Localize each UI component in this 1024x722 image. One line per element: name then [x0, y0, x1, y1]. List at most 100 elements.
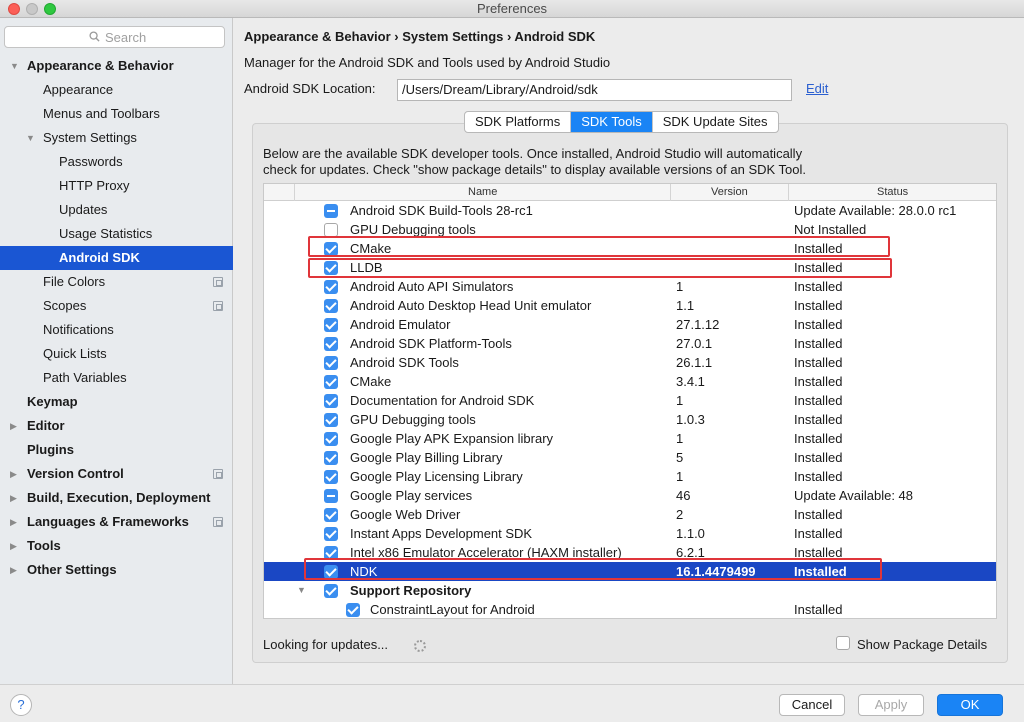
table-row[interactable]: Intel x86 Emulator Accelerator (HAXM ins…	[264, 543, 996, 562]
checkbox[interactable]	[324, 318, 338, 332]
tab-sdk-update-sites[interactable]: SDK Update Sites	[653, 112, 778, 132]
search-icon	[89, 31, 100, 42]
table-row[interactable]: Android SDK Tools 26.1.1 Installed	[264, 353, 996, 372]
table-row-group[interactable]: ▼ Support Repository	[264, 581, 996, 600]
sidebar-item-version-control[interactable]: ▶ Version Control	[0, 462, 233, 486]
table-row[interactable]: Google Play Licensing Library 1 Installed	[264, 467, 996, 486]
ok-button[interactable]: OK	[937, 694, 1003, 716]
table-row[interactable]: Google Play Billing Library 5 Installed	[264, 448, 996, 467]
chevron-right-icon[interactable]: ▶	[10, 414, 17, 438]
table-row[interactable]: Android SDK Platform-Tools 27.0.1 Installe…	[264, 334, 996, 353]
table-row[interactable]: Google Play services 46 Update Available: …	[264, 486, 996, 505]
sidebar-item-scopes[interactable]: Scopes	[0, 294, 233, 318]
sidebar-item-android-sdk[interactable]: Android SDK	[0, 246, 233, 270]
table-row[interactable]: Android Auto Desktop Head Unit emulator 1…	[264, 296, 996, 315]
checkbox[interactable]	[324, 356, 338, 370]
sidebar-item-tools[interactable]: ▶ Tools	[0, 534, 233, 558]
chevron-right-icon[interactable]: ▶	[10, 462, 17, 486]
table-row[interactable]: CMake 3.4.1 Installed	[264, 372, 996, 391]
table-row[interactable]: Google Play APK Expansion library 1 Instal…	[264, 429, 996, 448]
sidebar-item-build-execution-deployment[interactable]: ▶ Build, Execution, Deployment	[0, 486, 233, 510]
show-package-details-checkbox[interactable]	[836, 636, 850, 650]
table-row[interactable]: GPU Debugging tools Not Installed	[264, 220, 996, 239]
checkbox[interactable]	[324, 375, 338, 389]
tab-sdk-platforms[interactable]: SDK Platforms	[465, 112, 572, 132]
window-title: Preferences	[476, 1, 548, 16]
chevron-right-icon[interactable]: ▶	[10, 486, 17, 510]
sidebar-item-file-colors[interactable]: File Colors	[0, 270, 233, 294]
checkbox[interactable]	[324, 204, 338, 218]
column-status[interactable]: Status	[877, 186, 908, 198]
checkbox[interactable]	[324, 546, 338, 560]
table-row[interactable]: Android Auto API Simulators 1 Installed	[264, 277, 996, 296]
table-row[interactable]: CMake Installed	[264, 239, 996, 258]
edit-location-link[interactable]: Edit	[806, 81, 828, 96]
sidebar-item-other-settings[interactable]: ▶ Other Settings	[0, 558, 233, 582]
chevron-right-icon[interactable]: ▶	[10, 558, 17, 582]
table-row-selected[interactable]: NDK 16.1.4479499 Installed	[264, 562, 996, 581]
checkbox[interactable]	[346, 603, 360, 617]
window-titlebar: Preferences	[0, 0, 1024, 18]
table-row[interactable]: Google Web Driver 2 Installed	[264, 505, 996, 524]
table-row[interactable]: Android Emulator 27.1.12 Installed	[264, 315, 996, 334]
sidebar-item-keymap[interactable]: Keymap	[0, 390, 233, 414]
show-package-details-label[interactable]: Show Package Details	[857, 637, 987, 652]
checkbox[interactable]	[324, 242, 338, 256]
checkbox[interactable]	[324, 584, 338, 598]
project-scope-icon	[213, 469, 223, 479]
checkbox[interactable]	[324, 527, 338, 541]
help-button[interactable]: ?	[10, 694, 32, 716]
sidebar-item-languages-frameworks[interactable]: ▶ Languages & Frameworks	[0, 510, 233, 534]
table-header: Name Version Status	[264, 184, 996, 201]
checkbox[interactable]	[324, 223, 338, 237]
checkbox[interactable]	[324, 299, 338, 313]
sidebar-item-updates[interactable]: Updates	[0, 198, 233, 222]
sidebar-item-notifications[interactable]: Notifications	[0, 318, 233, 342]
sidebar-item-usage-statistics[interactable]: Usage Statistics	[0, 222, 233, 246]
column-version[interactable]: Version	[711, 186, 748, 198]
sidebar-item-editor[interactable]: ▶ Editor	[0, 414, 233, 438]
project-scope-icon	[213, 301, 223, 311]
sidebar-item-system-settings[interactable]: ▼ System Settings	[0, 126, 233, 150]
cancel-button[interactable]: Cancel	[779, 694, 845, 716]
table-row[interactable]: LLDB Installed	[264, 258, 996, 277]
table-row[interactable]: Android SDK Build-Tools 28-rc1 Update Ava…	[264, 201, 996, 220]
sidebar-item-appearance-behavior[interactable]: ▼ Appearance & Behavior	[0, 54, 233, 78]
checkbox[interactable]	[324, 508, 338, 522]
chevron-down-icon[interactable]: ▼	[26, 126, 35, 150]
project-scope-icon	[213, 517, 223, 527]
apply-button[interactable]: Apply	[858, 694, 924, 716]
checkbox[interactable]	[324, 489, 338, 503]
sidebar-item-path-variables[interactable]: Path Variables	[0, 366, 233, 390]
chevron-down-icon[interactable]: ▼	[10, 54, 19, 78]
chevron-right-icon[interactable]: ▶	[10, 510, 17, 534]
sidebar-item-appearance[interactable]: Appearance	[0, 78, 233, 102]
chevron-down-icon[interactable]: ▼	[297, 581, 306, 600]
sdk-location-label: Android SDK Location:	[244, 81, 376, 96]
sidebar-item-menus-toolbars[interactable]: Menus and Toolbars	[0, 102, 233, 126]
sdk-tabs: SDK Platforms SDK Tools SDK Update Sites	[464, 111, 779, 133]
sidebar-item-plugins[interactable]: Plugins	[0, 438, 233, 462]
checkbox[interactable]	[324, 280, 338, 294]
table-row[interactable]: ConstraintLayout for Android Installed	[264, 600, 996, 618]
settings-sidebar: Search ▼ Appearance & Behavior Appearance…	[0, 18, 233, 684]
checkbox[interactable]	[324, 261, 338, 275]
sidebar-item-http-proxy[interactable]: HTTP Proxy	[0, 174, 233, 198]
tab-sdk-tools[interactable]: SDK Tools	[571, 112, 653, 132]
column-name[interactable]: Name	[468, 186, 497, 198]
table-row[interactable]: Instant Apps Development SDK 1.1.0 Install…	[264, 524, 996, 543]
checkbox[interactable]	[324, 337, 338, 351]
sidebar-item-passwords[interactable]: Passwords	[0, 150, 233, 174]
search-input[interactable]: Search	[4, 26, 225, 48]
checkbox[interactable]	[324, 565, 338, 579]
table-row[interactable]: GPU Debugging tools 1.0.3 Installed	[264, 410, 996, 429]
checkbox[interactable]	[324, 451, 338, 465]
checkbox[interactable]	[324, 470, 338, 484]
checkbox[interactable]	[324, 413, 338, 427]
table-row[interactable]: Documentation for Android SDK 1 Installed	[264, 391, 996, 410]
chevron-right-icon[interactable]: ▶	[10, 534, 17, 558]
sdk-location-field[interactable]: /Users/Dream/Library/Android/sdk	[397, 79, 792, 101]
sidebar-item-quick-lists[interactable]: Quick Lists	[0, 342, 233, 366]
checkbox[interactable]	[324, 394, 338, 408]
checkbox[interactable]	[324, 432, 338, 446]
